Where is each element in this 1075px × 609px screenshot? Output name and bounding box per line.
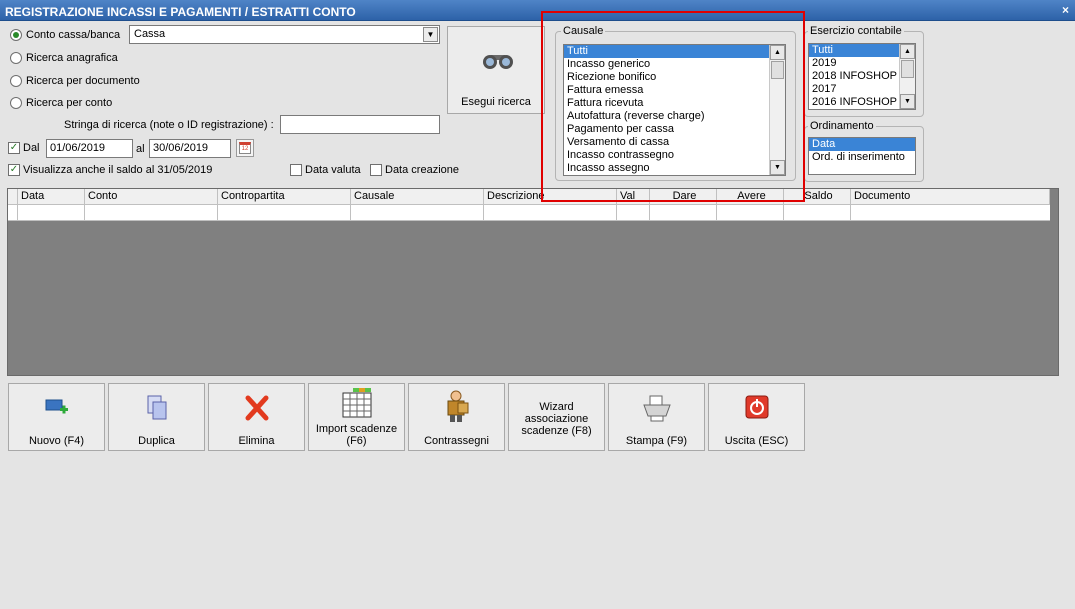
stringa-label: Stringa di ricerca (note o ID registrazi… — [64, 119, 274, 131]
row-indicator — [8, 205, 18, 221]
nuovo-button-label: Nuovo (F4) — [28, 435, 85, 447]
saldo-checkbox[interactable]: ✓ — [8, 164, 20, 176]
radio-label: Ricerca anagrafica — [26, 52, 118, 64]
scroll-up-icon[interactable]: ▲ — [900, 44, 915, 59]
radio-label: Conto cassa/banca — [26, 29, 121, 41]
radio-button-selected[interactable] — [10, 29, 22, 41]
dal-checkbox[interactable]: ✓ — [8, 142, 20, 154]
search-button-label: Esegui ricerca — [461, 96, 531, 108]
duplica-button-label: Duplica — [138, 435, 175, 447]
delete-icon — [209, 394, 304, 422]
calendar-button[interactable]: 12 — [236, 139, 254, 157]
data-valuta-label: Data valuta — [305, 164, 361, 176]
grid-col-contropartita[interactable]: Contropartita — [218, 189, 351, 205]
highlight-frame — [541, 11, 805, 202]
new-record-icon — [9, 394, 104, 422]
elimina-button-label: Elimina — [238, 435, 275, 447]
stampa-button-label: Stampa (F9) — [625, 435, 688, 447]
title-bar: REGISTRAZIONE INCASSI E PAGAMENTI / ESTR… — [0, 0, 1075, 21]
grid-col-documento[interactable]: Documento — [851, 189, 1050, 205]
nuovo-button[interactable]: Nuovo (F4) — [8, 383, 105, 451]
stringa-input[interactable] — [280, 115, 440, 134]
dal-date-input[interactable]: 01/06/2019 — [46, 139, 133, 158]
table-cell[interactable] — [484, 205, 617, 221]
esercizio-scrollbar[interactable]: ▲ ▼ — [899, 44, 915, 109]
saldo-checkbox-row[interactable]: ✓ Visualizza anche il saldo al 31/05/201… — [8, 164, 212, 176]
data-creazione-checkbox[interactable] — [370, 164, 382, 176]
calendar-icon: 12 — [239, 142, 251, 154]
search-button[interactable]: Esegui ricerca — [447, 26, 545, 114]
grid-header-indicator — [8, 189, 18, 205]
data-valuta-checkbox-row[interactable]: Data valuta — [290, 164, 361, 176]
conto-select[interactable]: Cassa ▼ — [129, 25, 440, 44]
ordinamento-listbox[interactable]: Data Ord. di inserimento — [808, 137, 916, 175]
radio-label: Ricerca per conto — [26, 97, 113, 109]
radio-ricerca-anagrafica[interactable]: Ricerca anagrafica — [10, 50, 118, 66]
radio-label: Ricerca per documento — [26, 75, 140, 87]
wizard-button-label: Wizard associazione scadenze (F8) — [521, 401, 592, 437]
dal-label: Dal — [23, 142, 40, 154]
table-cell[interactable] — [717, 205, 784, 221]
chevron-down-icon[interactable]: ▼ — [423, 27, 438, 42]
results-grid[interactable]: Data Conto Contropartita Causale Descriz… — [7, 188, 1059, 376]
contrassegni-button-label: Contrassegni — [424, 435, 489, 447]
ordinamento-label: Ordinamento — [808, 120, 876, 132]
window-title: REGISTRAZIONE INCASSI E PAGAMENTI / ESTR… — [5, 5, 356, 19]
radio-button[interactable] — [10, 97, 22, 109]
uscita-button-label: Uscita (ESC) — [724, 435, 789, 447]
table-cell[interactable] — [218, 205, 351, 221]
contrassegni-button[interactable]: Contrassegni — [408, 383, 505, 451]
import-scadenze-button-label: Import scadenze (F6) — [315, 423, 398, 447]
esercizio-label: Esercizio contabile — [808, 25, 904, 37]
radio-conto-cassa[interactable]: Conto cassa/banca — [10, 27, 120, 43]
radio-button[interactable] — [10, 75, 22, 87]
data-creazione-checkbox-row[interactable]: Data creazione — [370, 164, 459, 176]
ordinamento-item[interactable]: Ord. di inserimento — [809, 151, 915, 164]
table-cell[interactable] — [85, 205, 218, 221]
table-cell[interactable] — [18, 205, 85, 221]
binoculars-icon — [483, 55, 513, 69]
courier-icon — [409, 389, 504, 422]
saldo-label: Visualizza anche il saldo al 31/05/2019 — [23, 164, 213, 176]
esercizio-listbox[interactable]: Tutti 2019 2018 INFOSHOP 2017 2016 INFOS… — [808, 43, 916, 110]
al-date-input[interactable]: 30/06/2019 — [149, 139, 231, 158]
scroll-down-icon[interactable]: ▼ — [900, 94, 915, 109]
duplica-button[interactable]: Duplica — [108, 383, 205, 451]
table-cell[interactable] — [784, 205, 851, 221]
spreadsheet-icon — [309, 387, 404, 418]
import-scadenze-button[interactable]: Import scadenze (F6) — [308, 383, 405, 451]
table-cell[interactable] — [351, 205, 484, 221]
conto-select-value: Cassa — [134, 28, 166, 40]
radio-ricerca-documento[interactable]: Ricerca per documento — [10, 73, 140, 89]
duplicate-icon — [109, 394, 204, 422]
wizard-button[interactable]: Wizard associazione scadenze (F8) — [508, 383, 605, 451]
grid-col-conto[interactable]: Conto — [85, 189, 218, 205]
radio-button[interactable] — [10, 52, 22, 64]
uscita-button[interactable]: Uscita (ESC) — [708, 383, 805, 451]
data-valuta-checkbox[interactable] — [290, 164, 302, 176]
power-icon — [709, 394, 804, 422]
table-cell[interactable] — [851, 205, 1050, 221]
data-creazione-label: Data creazione — [385, 164, 459, 176]
ordinamento-item[interactable]: Data — [809, 138, 915, 151]
radio-ricerca-conto[interactable]: Ricerca per conto — [10, 95, 112, 111]
table-cell[interactable] — [650, 205, 717, 221]
elimina-button[interactable]: Elimina — [208, 383, 305, 451]
grid-col-data[interactable]: Data — [18, 189, 85, 205]
grid-header: Data Conto Contropartita Causale Descriz… — [8, 189, 1050, 205]
printer-icon — [609, 394, 704, 422]
stampa-button[interactable]: Stampa (F9) — [608, 383, 705, 451]
table-row[interactable] — [8, 205, 1050, 221]
scroll-thumb[interactable] — [901, 60, 914, 78]
close-icon[interactable]: × — [1062, 3, 1069, 17]
grid-col-causale[interactable]: Causale — [351, 189, 484, 205]
al-label: al — [136, 143, 145, 155]
dal-checkbox-row[interactable]: ✓ Dal — [8, 142, 40, 154]
table-cell[interactable] — [617, 205, 650, 221]
